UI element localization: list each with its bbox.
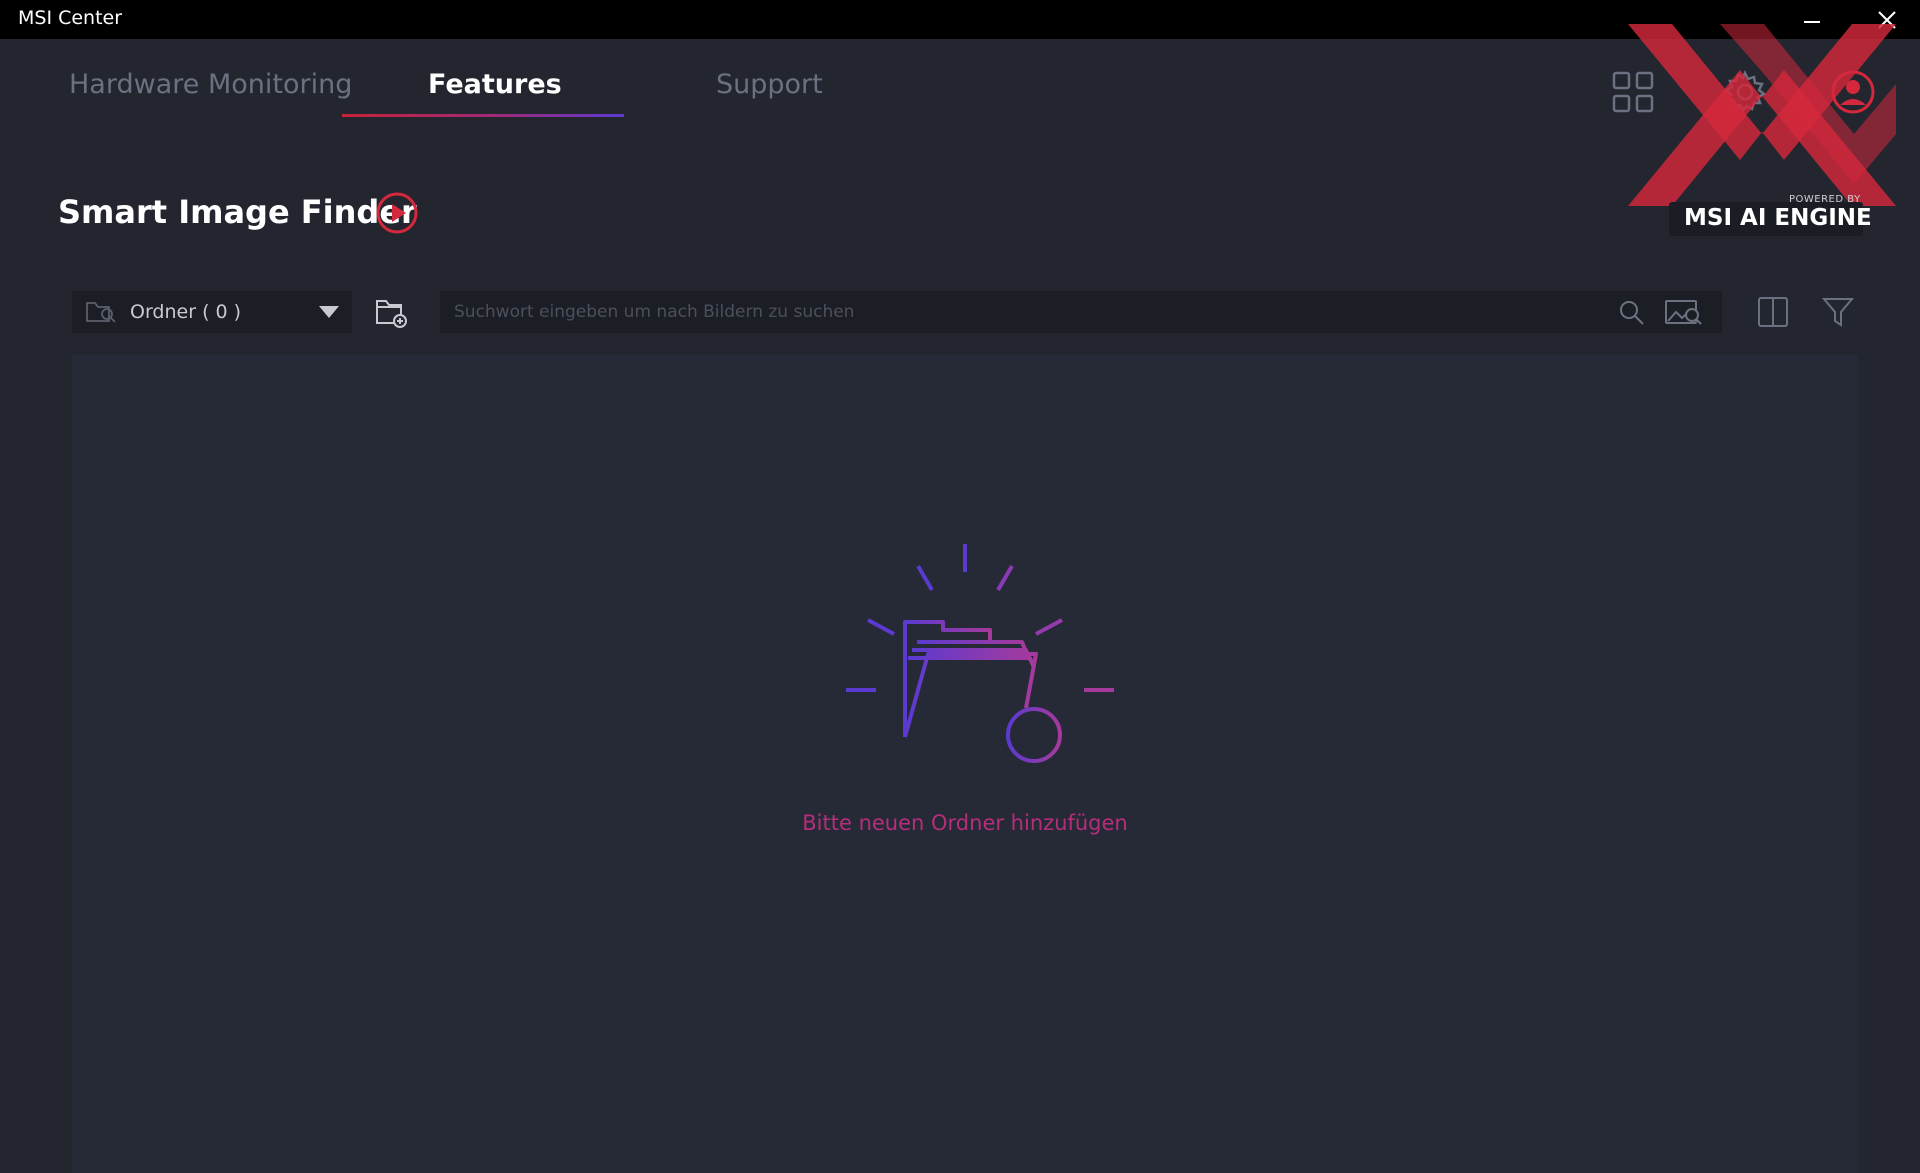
tab-hardware-monitoring[interactable]: Hardware Monitoring	[69, 69, 352, 100]
window-title: MSI Center	[18, 7, 123, 29]
play-icon	[376, 192, 418, 234]
chevron-down-icon	[319, 306, 339, 318]
split-view-icon	[1758, 297, 1788, 327]
hardwareluxx-logo	[1628, 24, 1896, 206]
powered-by-label: POWERED BY	[1789, 194, 1861, 205]
filter-button[interactable]	[1821, 295, 1855, 329]
add-folder-prompt[interactable]: Bitte neuen Ordner hinzufügen	[72, 811, 1858, 835]
image-search-icon[interactable]	[1664, 297, 1704, 327]
ai-engine-label: MSI AI ENGINE	[1684, 205, 1872, 231]
tab-features[interactable]: Features	[428, 69, 562, 100]
split-view-button[interactable]	[1756, 295, 1790, 329]
folder-select-dropdown[interactable]: Ordner ( 0 )	[72, 291, 352, 333]
search-icon[interactable]	[1618, 299, 1646, 327]
tab-support[interactable]: Support	[716, 69, 823, 100]
page-title: Smart Image Finder	[58, 193, 417, 231]
empty-folder-illustration[interactable]	[790, 530, 1140, 790]
folder-search-icon	[86, 302, 116, 323]
active-tab-indicator	[342, 114, 624, 117]
add-folder-icon	[376, 300, 407, 328]
folder-select-label: Ordner ( 0 )	[130, 301, 242, 323]
image-results-area: Bitte neuen Ordner hinzufügen	[72, 355, 1858, 1173]
play-tutorial-button[interactable]	[375, 191, 419, 235]
add-folder-button[interactable]	[374, 294, 410, 330]
search-input[interactable]	[440, 291, 1600, 333]
filter-icon	[1821, 298, 1855, 327]
msi-center-window: MSI Center Hardware Monitoring Features …	[0, 0, 1920, 1173]
search-bar	[440, 291, 1722, 333]
